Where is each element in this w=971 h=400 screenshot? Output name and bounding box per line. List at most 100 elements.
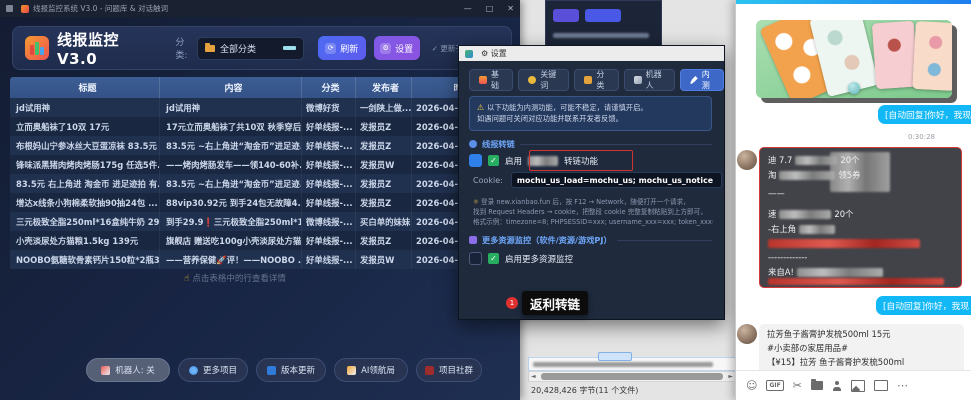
- folder-icon: [205, 45, 215, 52]
- incoming-message[interactable]: 拉芳鱼子酱膏护发梳500ml 15元 #小卖部の家居用品# 【¥15】拉芳 鱼子…: [759, 324, 964, 374]
- table-row[interactable]: jd试用神 jd试用神 微博好货 一剑陕上做... 2026-04-22 21:…: [10, 98, 510, 117]
- avatar[interactable]: [737, 324, 757, 344]
- cell-category: 好单线报-...: [302, 155, 356, 174]
- cell-publisher: 发报员Z: [356, 193, 412, 212]
- checkbox-checked[interactable]: ✓: [488, 253, 499, 264]
- gif-icon[interactable]: GIF: [766, 380, 783, 391]
- contact-card-icon[interactable]: [832, 381, 842, 391]
- msg-text: 拉芳鱼子酱膏护发梳500ml 15元: [767, 328, 891, 340]
- key-icon: [528, 76, 536, 84]
- table-row[interactable]: 增达x线条小狗棉柔软抽90抽24包 ... 88vip30.92元 到手24包无…: [10, 193, 510, 212]
- checkbox-unchecked[interactable]: [469, 252, 482, 265]
- decoration-ball: [848, 82, 860, 94]
- cell-publisher: 发报员Z: [356, 174, 412, 193]
- msg-text: #小卖部の家居用品#: [767, 342, 848, 354]
- outgoing-bubble[interactable]: [自动回复]你好，我现: [876, 296, 971, 315]
- bulb-icon: ☼: [473, 198, 479, 206]
- ai-navigator-button[interactable]: AI领航局: [334, 358, 408, 382]
- screenshot-stage: ◄ ► 20,428,426 字节(11 个文件) 线报监控系统 V3.0 - …: [0, 0, 971, 400]
- cookie-label: Cookie:: [473, 176, 503, 185]
- robot-toggle-button[interactable]: 机器人: 关: [86, 358, 170, 382]
- category-dropdown[interactable]: 全部分类: [197, 37, 304, 60]
- cell-category: 好单线报-...: [302, 193, 356, 212]
- tab-label: 机器人: [646, 69, 665, 91]
- scrollbar-thumb[interactable]: [541, 373, 724, 380]
- cell-title: 增达x线条小狗棉柔软抽90抽24包 ...: [10, 193, 160, 212]
- footer-button-label: 项目社群: [439, 364, 473, 376]
- scroll-left-icon[interactable]: ◄: [529, 373, 538, 380]
- red-annotation-box: [529, 150, 633, 171]
- tab-beta[interactable]: 内测: [680, 69, 724, 91]
- cell-title: 立而奥船袜了10双 17元: [10, 117, 160, 136]
- footer-button-label: 更多项目: [203, 364, 237, 376]
- enable-prefix-text: 启用: [505, 155, 522, 167]
- file-list-row[interactable]: [528, 357, 736, 371]
- color-swatch[interactable]: [469, 154, 482, 167]
- fragment-button[interactable]: [585, 9, 621, 22]
- section-title: 更多资源监控（软件/资源/游戏PJ）: [482, 234, 612, 246]
- app-icon: [21, 5, 29, 13]
- cell-title: 小壳淡尿处方猫粮1.5kg 139元: [10, 231, 160, 250]
- version-update-button[interactable]: 版本更新: [256, 358, 326, 382]
- incoming-message-highlighted[interactable]: 迪 7.720个 淘领5券 —— 速20个 -右上角 -------------…: [759, 147, 962, 288]
- category-value: 全部分类: [220, 42, 256, 55]
- footer-button-label: 机器人: 关: [115, 364, 155, 376]
- cell-title: NOOBO氨糖软骨素钙片150粒*2瓶3...: [10, 250, 160, 269]
- settings-button[interactable]: ⚙ 设置: [374, 36, 420, 60]
- table-row[interactable]: 布根妈山宁参冰丝大豆蛋凉袜 83.5元 83.5元 ~右上角进“淘金币”进足迹.…: [10, 136, 510, 155]
- taskbar-icon: [6, 5, 13, 12]
- cell-publisher: 发报员Z: [356, 136, 412, 155]
- cookie-input[interactable]: mochu_us_load=mochu_us; mochu_us_notice: [511, 172, 722, 188]
- cell-title: 布根妈山宁参冰丝大豆蛋凉袜 83.5元: [10, 136, 160, 155]
- check-icon: ✓: [432, 44, 438, 53]
- cell-category: 微博线报-...: [302, 212, 356, 231]
- cell-content: 旗舰店 赠送吃100g小壳淡尿处方猫粮...: [160, 231, 302, 250]
- minimize-button[interactable]: —: [464, 4, 472, 13]
- more-icon[interactable]: ⋯: [897, 380, 908, 391]
- table-row[interactable]: 83.5元 右上角进 淘金币 进足迹拍 有... 83.5元 ~右上角进“淘金币…: [10, 174, 510, 193]
- maximize-button[interactable]: □: [486, 4, 494, 13]
- enable-more-label: 启用更多资源监控: [505, 253, 573, 265]
- checkbox-checked[interactable]: ✓: [488, 155, 499, 166]
- outgoing-bubble[interactable]: [自动回复]你好，我现: [878, 105, 971, 124]
- category-label: 分类:: [175, 35, 191, 61]
- table-header: 标题 内容 分类 发布者 时间: [10, 77, 510, 98]
- dialog-tabs: 基础 关键词 分类 机器人 内测: [469, 69, 724, 91]
- fragment-button[interactable]: [553, 9, 579, 22]
- table-row[interactable]: 锋味派黑猪肉烤肉烤肠175g 任选5件... ——烤肉烤肠发车——领140-60…: [10, 155, 510, 174]
- refresh-button[interactable]: ⟳ 刷新: [318, 36, 366, 60]
- msg-text: 来自A!: [768, 266, 794, 278]
- community-button[interactable]: 项目社群: [416, 358, 482, 382]
- close-button[interactable]: ✕: [507, 4, 514, 13]
- avatar[interactable]: [737, 150, 757, 170]
- msg-text: 20个: [834, 208, 853, 220]
- redacted-link[interactable]: [768, 278, 944, 285]
- link-icon: [469, 140, 477, 148]
- cell-category: 好单线报-...: [302, 136, 356, 155]
- dialog-titlebar: ⚙ 设置: [459, 46, 724, 61]
- robot-icon: [347, 366, 356, 375]
- tab-robot[interactable]: 机器人: [624, 69, 675, 91]
- tab-label: 关键词: [540, 69, 559, 91]
- table-row[interactable]: NOOBO氨糖软骨素钙片150粒*2瓶3... ——营养保健🚀评！——NOOBO…: [10, 250, 510, 269]
- screenshot-scissors-icon[interactable]: ✂: [793, 380, 802, 391]
- file-icon[interactable]: [811, 381, 823, 390]
- cell-title: 三元极致全脂250ml*16盒纯牛奶 29....: [10, 212, 160, 231]
- scroll-right-icon[interactable]: ►: [726, 373, 735, 380]
- table-row[interactable]: 小壳淡尿处方猫粮1.5kg 139元 旗舰店 赠送吃100g小壳淡尿处方猫粮..…: [10, 231, 510, 250]
- screen-share-icon[interactable]: [874, 380, 888, 391]
- redacted-link[interactable]: [768, 239, 920, 248]
- sticker-image-message[interactable]: [756, 20, 952, 98]
- tab-categories[interactable]: 分类: [574, 69, 618, 91]
- table-row[interactable]: 三元极致全脂250ml*16盒纯牛奶 29.... 到手29.9❗三元极致全脂2…: [10, 212, 510, 231]
- tab-basic[interactable]: 基础: [469, 69, 513, 91]
- image-icon[interactable]: [851, 380, 865, 392]
- table-row[interactable]: 立而奥船袜了10双 17元 17元立而奥船袜了共10双 秋季穿后石... 好单线…: [10, 117, 510, 136]
- more-projects-button[interactable]: 更多项目: [178, 358, 248, 382]
- tab-keywords[interactable]: 关键词: [518, 69, 569, 91]
- file-selection-label: [598, 352, 632, 361]
- enable-more-resources-row: ✓ 启用更多资源监控: [469, 252, 573, 265]
- emoji-icon[interactable]: ☺: [746, 380, 757, 391]
- cell-publisher: 发报员W: [356, 250, 412, 269]
- horizontal-scrollbar[interactable]: ◄ ►: [528, 371, 736, 382]
